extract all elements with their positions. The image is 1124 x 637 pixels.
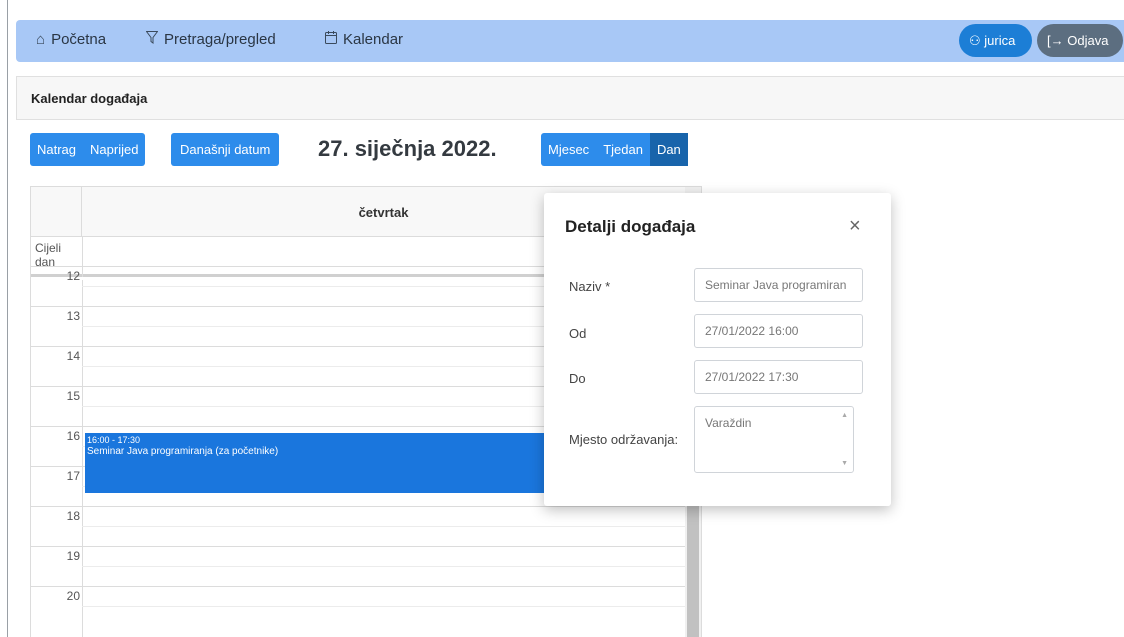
event-time: 16:00 - 17:30 — [87, 435, 141, 445]
user-name: jurica — [984, 33, 1016, 48]
nav-button-group: Natrag Naprijed — [30, 133, 146, 166]
hour-line — [31, 586, 685, 587]
user-button[interactable]: ⚇ jurica — [959, 24, 1032, 57]
hour-label: 19 — [66, 549, 80, 563]
close-icon[interactable]: × — [849, 215, 861, 238]
calendar-icon — [325, 31, 337, 48]
hour-line — [31, 506, 685, 507]
hour-label: 20 — [66, 589, 80, 603]
location-label: Mjesto održavanja: — [569, 432, 679, 447]
from-label: Od — [569, 326, 587, 341]
half-hour-line — [82, 526, 685, 527]
card-title: Kalendar događaja — [31, 91, 148, 106]
event-details-modal: Detalji događaja × Naziv * Seminar Java … — [544, 193, 891, 506]
today-button-group: Današnji datum — [171, 133, 280, 166]
prev-button[interactable]: Natrag — [30, 133, 83, 166]
nav-home-label: Početna — [51, 31, 107, 48]
nav-search-label: Pretraga/pregled — [164, 31, 276, 48]
logout-label: Odjava — [1067, 33, 1109, 48]
date-title: 27. siječnja 2022. — [318, 136, 497, 161]
name-label: Naziv * — [569, 279, 611, 294]
modal-title: Detalji događaja — [565, 217, 696, 236]
home-icon: ⌂ — [36, 31, 46, 48]
top-navbar: ⌂ Početna Pretraga/pregled Kalendar ⚇ jur… — [16, 20, 1124, 62]
view-switcher: Mjesec Tjedan Dan — [541, 133, 688, 166]
today-button[interactable]: Današnji datum — [171, 133, 279, 166]
hour-line — [31, 546, 685, 547]
view-month-button[interactable]: Mjesec — [541, 133, 596, 166]
textarea-scroll-down-icon[interactable]: ▼ — [841, 460, 848, 467]
nav-home[interactable]: ⌂ Početna — [36, 31, 106, 48]
name-input[interactable]: Seminar Java programiran — [694, 268, 863, 302]
hour-label: 17 — [66, 469, 80, 483]
user-check-icon: ⚇ — [969, 33, 981, 48]
hour-row[interactable]: 18 — [31, 506, 685, 546]
view-day-button[interactable]: Dan — [649, 133, 688, 166]
header-gutter — [31, 187, 82, 237]
all-day-label: Cijeli dan — [35, 241, 62, 269]
hour-label: 18 — [66, 509, 80, 523]
hour-row[interactable]: 19 — [31, 546, 685, 586]
textarea-scroll-up-icon[interactable]: ▲ — [841, 412, 848, 419]
logout-button[interactable]: [→ Odjava — [1037, 24, 1123, 57]
hour-label: 16 — [66, 429, 80, 443]
left-border — [7, 0, 8, 637]
logout-icon: [→ — [1047, 33, 1064, 48]
hour-label: 14 — [66, 349, 80, 363]
location-textarea[interactable]: Varaždin ▲ ▼ — [694, 406, 854, 473]
hour-label: 13 — [66, 309, 80, 323]
nav-calendar[interactable]: Kalendar — [325, 31, 403, 48]
from-input[interactable]: 27/01/2022 16:00 — [694, 314, 863, 348]
event-title: Seminar Java programiranja (za početnike… — [87, 446, 279, 457]
filter-icon — [145, 31, 159, 48]
calendar-event[interactable]: 16:00 - 17:30 Seminar Java programiranja… — [85, 433, 545, 493]
half-hour-line — [82, 566, 685, 567]
view-week-button[interactable]: Tjedan — [596, 133, 650, 166]
nav-calendar-label: Kalendar — [343, 31, 404, 48]
to-input[interactable]: 27/01/2022 17:30 — [694, 360, 863, 394]
hour-row[interactable]: 20 — [31, 586, 685, 626]
hour-label: 15 — [66, 389, 80, 403]
card-header: Kalendar događaja — [16, 76, 1124, 120]
to-label: Do — [569, 371, 586, 386]
next-button[interactable]: Naprijed — [83, 133, 145, 166]
hour-label: 12 — [66, 269, 80, 283]
nav-search[interactable]: Pretraga/pregled — [145, 31, 276, 48]
half-hour-line — [82, 606, 685, 607]
location-value: Varaždin — [705, 416, 752, 430]
